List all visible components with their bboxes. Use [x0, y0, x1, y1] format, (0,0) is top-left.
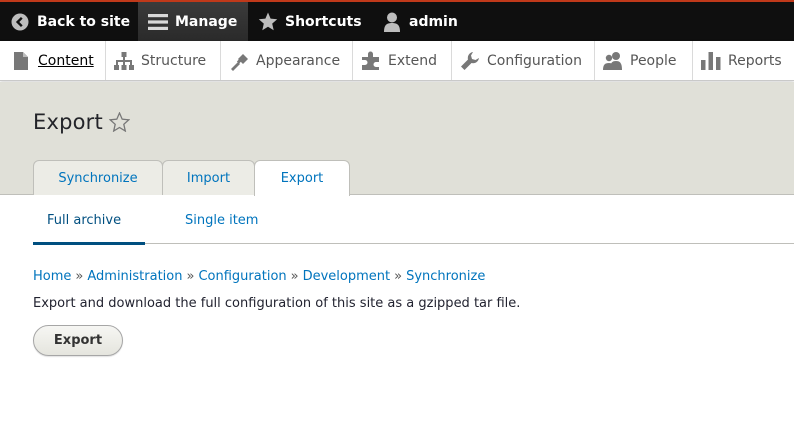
- user-label: admin: [409, 13, 458, 30]
- breadcrumb-separator: »: [75, 269, 84, 284]
- wrench-icon: [460, 51, 480, 71]
- tray-item-label: Content: [38, 52, 94, 69]
- breadcrumb-separator: »: [186, 269, 195, 284]
- user-icon: [382, 12, 402, 32]
- people-icon: [603, 51, 623, 71]
- bar-chart-icon: [701, 51, 721, 71]
- tray-item-appearance[interactable]: Appearance: [221, 41, 353, 80]
- tray-item-label: Structure: [141, 52, 207, 69]
- subtab-full-archive[interactable]: Full archive: [33, 196, 145, 245]
- tab-synchronize[interactable]: Synchronize: [33, 160, 163, 195]
- admin-toolbar: Back to site Manage Shortcuts admin: [0, 0, 794, 41]
- back-to-site-link[interactable]: Back to site: [10, 2, 130, 41]
- tray-item-label: Extend: [388, 52, 437, 69]
- back-to-site-label: Back to site: [37, 13, 131, 30]
- tray-item-configuration[interactable]: Configuration: [452, 41, 595, 80]
- hamburger-menu-icon: [148, 12, 168, 32]
- breadcrumb-separator: »: [290, 269, 299, 284]
- tray-item-people[interactable]: People: [595, 41, 693, 80]
- back-arrow-icon: [10, 12, 30, 32]
- page-title: Export: [33, 110, 103, 134]
- tray-item-label: People: [630, 52, 677, 69]
- tray-item-label: Configuration: [487, 52, 582, 69]
- breadcrumb-home[interactable]: Home: [33, 269, 71, 284]
- manage-label: Manage: [175, 13, 238, 30]
- shortcuts-label: Shortcuts: [285, 13, 362, 30]
- breadcrumb-synchronize[interactable]: Synchronize: [406, 269, 485, 284]
- breadcrumb: Home» Administration» Configuration» Develo…: [33, 269, 485, 284]
- tab-label: Import: [186, 170, 231, 186]
- page-description: Export and download the full configurati…: [33, 296, 521, 311]
- paintbrush-icon: [229, 51, 249, 71]
- manage-tab[interactable]: Manage: [138, 2, 248, 41]
- tab-export[interactable]: Export: [254, 160, 350, 196]
- breadcrumb-configuration[interactable]: Configuration: [198, 269, 286, 284]
- tray-item-content[interactable]: Content: [0, 41, 106, 80]
- breadcrumb-separator: »: [394, 269, 403, 284]
- subtab-label: Single item: [185, 212, 259, 228]
- tab-label: Export: [280, 171, 324, 186]
- tray-item-reports[interactable]: Reports: [693, 41, 794, 80]
- star-icon: [258, 12, 278, 32]
- shortcut-star-icon[interactable]: [108, 111, 131, 136]
- puzzle-icon: [361, 51, 381, 71]
- tab-import[interactable]: Import: [162, 160, 255, 195]
- secondary-tabs: Full archive Single item: [33, 196, 794, 245]
- user-tab[interactable]: admin: [382, 2, 458, 41]
- subtab-label: Full archive: [47, 212, 122, 228]
- page-header: Export Synchronize Import Export: [0, 82, 794, 196]
- tray-item-extend[interactable]: Extend: [353, 41, 452, 80]
- tray-item-label: Reports: [728, 52, 782, 69]
- sitemap-icon: [114, 51, 134, 71]
- breadcrumb-development[interactable]: Development: [303, 269, 391, 284]
- tab-label: Synchronize: [58, 170, 138, 186]
- subtab-single-item[interactable]: Single item: [185, 196, 258, 244]
- breadcrumb-administration[interactable]: Administration: [87, 269, 182, 284]
- shortcuts-tab[interactable]: Shortcuts: [258, 2, 362, 41]
- admin-menu-tray: Content Structure Appearance Extend Conf…: [0, 41, 794, 81]
- tray-item-structure[interactable]: Structure: [106, 41, 221, 80]
- export-button[interactable]: Export: [33, 325, 123, 356]
- file-icon: [11, 51, 31, 71]
- tray-item-label: Appearance: [256, 52, 341, 69]
